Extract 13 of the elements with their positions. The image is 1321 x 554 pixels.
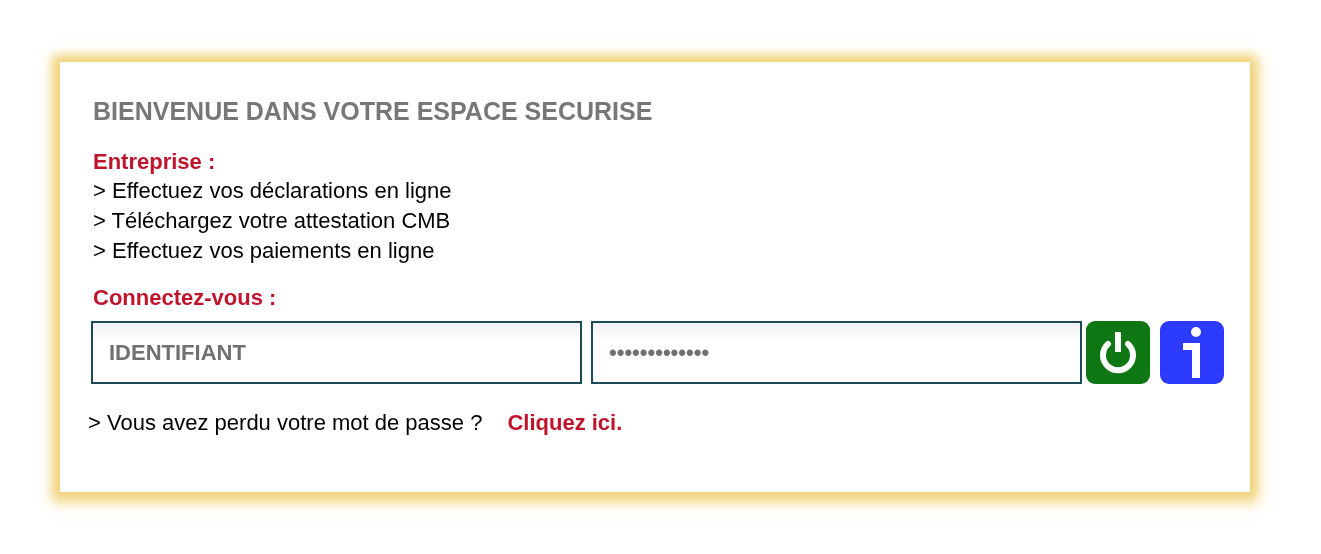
password-field[interactable]: ••••••••••••• — [591, 321, 1082, 384]
reset-link[interactable]: Cliquez ici. — [507, 410, 623, 436]
power-button[interactable] — [1086, 321, 1150, 384]
page-title: BIENVENUE DANS VOTRE ESPACE SECURISE — [93, 96, 654, 127]
feature-item: > Effectuez vos paiements en ligne — [93, 237, 436, 265]
feature-item: > Effectuez vos déclarations en ligne — [93, 177, 453, 205]
feature-item: > Téléchargez votre attestation CMB — [93, 207, 452, 235]
section-heading: Connectez-vous : — [93, 284, 278, 312]
info-icon — [1183, 327, 1201, 378]
section-heading: Entreprise : — [93, 148, 217, 176]
username-field[interactable]: IDENTIFIANT — [91, 321, 582, 384]
info-button[interactable] — [1160, 321, 1224, 384]
forgot-password-text: > Vous avez perdu votre mot de passe ? — [88, 410, 483, 436]
